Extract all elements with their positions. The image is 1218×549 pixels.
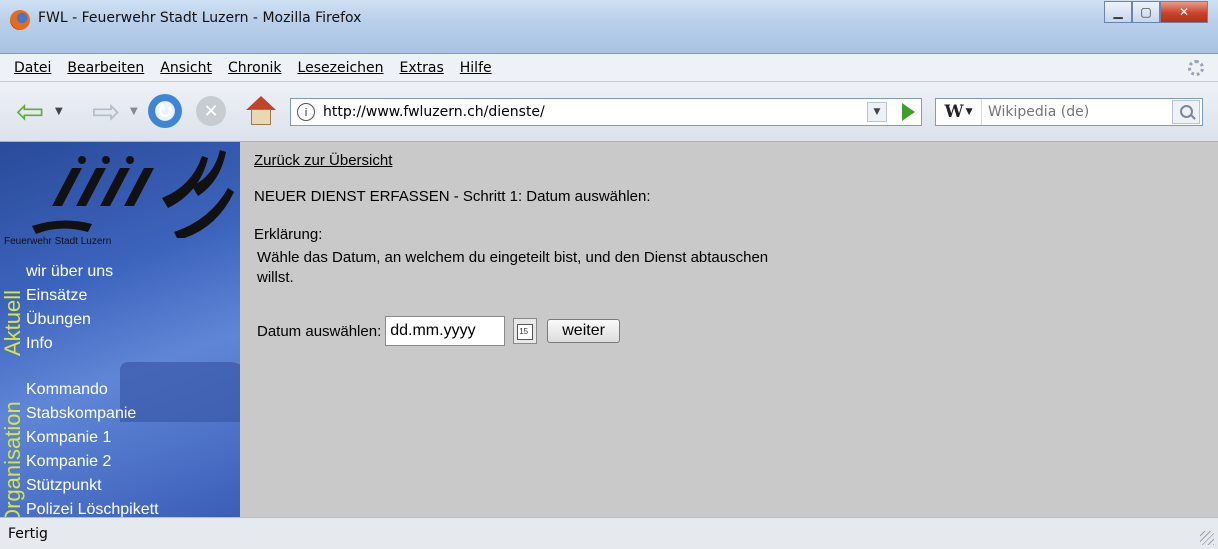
window-title: FWL - Feuerwehr Stadt Luzern - Mozilla F… (38, 10, 362, 26)
stop-icon[interactable]: ✕ (196, 96, 226, 126)
menu-datei[interactable]: Datei (6, 60, 59, 76)
sidebar-link-kompanie-2[interactable]: Kompanie 2 (0, 450, 240, 474)
wikipedia-icon: W (944, 102, 964, 122)
logo[interactable]: Feuerwehr Stadt Luzern (0, 142, 240, 260)
search-input[interactable] (982, 104, 1172, 120)
main-content: Zurück zur Übersicht NEUER DIENST ERFASS… (254, 142, 1194, 517)
site-info-icon[interactable]: i (297, 103, 315, 121)
section-aktuell: Aktuell wir über uns Einsätze Übungen In… (0, 260, 240, 356)
weiter-button[interactable]: weiter (547, 319, 620, 343)
close-button[interactable]: ✕ (1160, 1, 1208, 23)
status-bar: Fertig (0, 517, 1218, 549)
sidebar-link-polizei-loeschpikett[interactable]: Polizei Löschpikett (0, 498, 240, 517)
magnifier-search-icon[interactable] (1172, 100, 1200, 124)
sidebar-link-kommando[interactable]: Kommando (0, 378, 240, 402)
fire-brigade-logo-icon (32, 150, 234, 238)
section-heading-aktuell: Aktuell (0, 289, 25, 356)
forward-history-dropdown-icon[interactable]: ▼ (130, 106, 138, 117)
go-arrow-icon[interactable] (902, 103, 915, 121)
section-organisation: Organisation Kommando Stabskompanie Komp… (0, 378, 240, 517)
forward-arrow-icon[interactable]: ⇨ (86, 92, 126, 132)
search-bar: W ▼ (935, 98, 1203, 126)
resize-grip-icon[interactable] (1200, 531, 1214, 545)
menu-bar: Datei Bearbeiten Ansicht Chronik Lesezei… (0, 54, 1218, 82)
window-titlebar: FWL - Feuerwehr Stadt Luzern - Mozilla F… (0, 0, 1218, 54)
search-engine-selector[interactable]: W ▼ (936, 99, 982, 125)
home-icon[interactable] (244, 94, 278, 128)
logo-caption: Feuerwehr Stadt Luzern (4, 236, 112, 247)
sidebar-link-info[interactable]: Info (0, 332, 240, 356)
back-arrow-icon[interactable]: ⇦ (10, 92, 50, 132)
calendar-icon[interactable] (513, 318, 538, 344)
sidebar-link-einsaetze[interactable]: Einsätze (0, 284, 240, 308)
explanation-label: Erklärung: (254, 226, 323, 243)
maximize-button[interactable]: ▢ (1132, 1, 1160, 23)
date-form: Datum auswählen: weiter (257, 316, 620, 346)
sidebar-link-stabskompanie[interactable]: Stabskompanie (0, 402, 240, 426)
throbber-icon (1188, 60, 1204, 76)
minimize-button[interactable]: ▁ (1104, 1, 1132, 23)
back-to-overview-link[interactable]: Zurück zur Übersicht (254, 152, 392, 169)
menu-extras[interactable]: Extras (392, 60, 452, 76)
navigation-toolbar: ⇦ ▼ ⇨ ▼ ↻ ✕ i http://www.fwluzern.ch/die… (0, 82, 1218, 142)
page-title: NEUER DIENST ERFASSEN - Schritt 1: Datum… (254, 188, 651, 205)
sidebar-link-kompanie-1[interactable]: Kompanie 1 (0, 426, 240, 450)
url-history-dropdown-icon[interactable]: ▼ (867, 102, 887, 122)
sidebar-link-wir-ueber-uns[interactable]: wir über uns (0, 260, 240, 284)
sidebar-link-uebungen[interactable]: Übungen (0, 308, 240, 332)
menu-hilfe[interactable]: Hilfe (452, 60, 500, 76)
date-input[interactable] (385, 316, 506, 346)
section-heading-organisation: Organisation (0, 401, 25, 517)
page-content: Feuerwehr Stadt Luzern Aktuell wir über … (0, 142, 1218, 517)
menu-chronik[interactable]: Chronik (220, 60, 290, 76)
menu-ansicht[interactable]: Ansicht (152, 60, 220, 76)
url-text[interactable]: http://www.fwluzern.ch/dienste/ (323, 104, 545, 120)
menu-bearbeiten[interactable]: Bearbeiten (59, 60, 152, 76)
sidebar: Feuerwehr Stadt Luzern Aktuell wir über … (0, 142, 240, 517)
status-text: Fertig (8, 525, 48, 542)
date-label: Datum auswählen: (257, 322, 382, 340)
window-controls: ▁ ▢ ✕ (1104, 1, 1208, 25)
firefox-logo-icon (10, 10, 30, 30)
explanation-text: Wähle das Datum, an welchem du eingeteil… (257, 249, 769, 286)
menu-lesezeichen[interactable]: Lesezeichen (290, 60, 392, 76)
sidebar-link-stuetzpunkt[interactable]: Stützpunkt (0, 474, 240, 498)
url-bar[interactable]: i http://www.fwluzern.ch/dienste/ ▼ (290, 98, 922, 126)
reload-icon[interactable]: ↻ (148, 94, 182, 128)
back-history-dropdown-icon[interactable]: ▼ (55, 106, 63, 117)
